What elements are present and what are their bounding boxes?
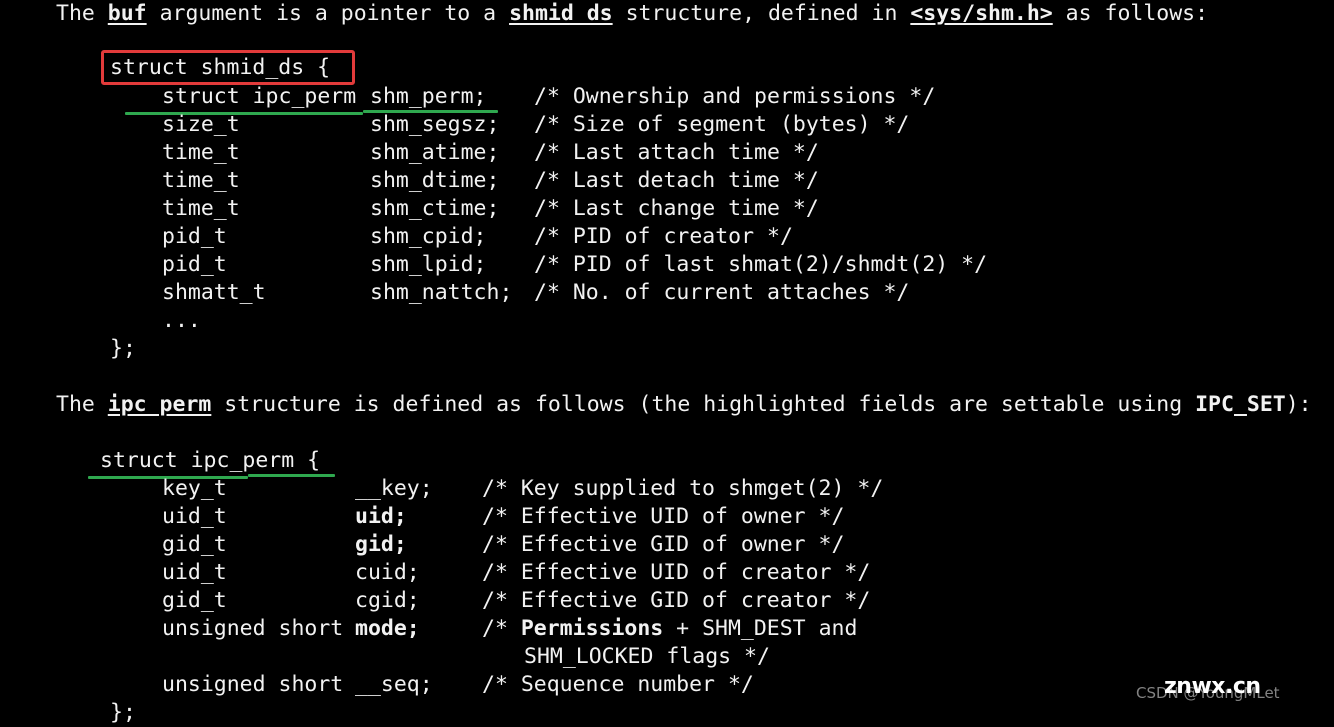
permissions-bold-word: Permissions bbox=[520, 616, 664, 641]
ipc-field-comment-3: /* Effective UID of creator */ bbox=[482, 560, 871, 585]
green-underline-mark-1a bbox=[125, 112, 363, 115]
ipc-field-comment-1: /* Effective UID of owner */ bbox=[482, 504, 845, 529]
terminal-document: The buf argument is a pointer to a shmid… bbox=[0, 0, 1334, 725]
ipc-perm-open-line: struct ipc_perm { bbox=[100, 448, 321, 473]
shmid-ds-keyword: shmid ds bbox=[509, 1, 613, 26]
intro-text-4: as follows: bbox=[1052, 1, 1209, 26]
ipc-field-name-1: uid; bbox=[355, 504, 407, 529]
ipc-set-keyword: IPC_SET bbox=[1195, 392, 1286, 417]
shmid-field-name-1: shm_segsz; bbox=[370, 112, 500, 137]
mode-comment-continuation: SHM_LOCKED flags */ bbox=[524, 644, 770, 669]
ipc-field-comment-2: /* Effective GID of owner */ bbox=[482, 532, 845, 557]
sys-shm-header-link[interactable]: <sys/shm.h> bbox=[910, 1, 1052, 26]
ipc-field-type-4: gid_t bbox=[162, 588, 227, 613]
shmid-field-name-7: shm_nattch; bbox=[370, 280, 513, 305]
ipc-perm-keyword: ipc perm bbox=[107, 392, 212, 417]
ipc-field-type-3: uid_t bbox=[162, 560, 227, 585]
shmid-field-type-6: pid_t bbox=[162, 252, 227, 277]
middle-text-1: The bbox=[56, 392, 108, 417]
shmid-field-type-1: size_t bbox=[162, 112, 240, 137]
intro-text-2: argument is a pointer to a bbox=[146, 1, 510, 26]
buf-keyword: buf bbox=[107, 1, 147, 26]
shmid-field-name-5: shm_cpid; bbox=[370, 224, 487, 249]
ipc-field-type-seq: unsigned short bbox=[162, 672, 344, 697]
watermark-site-text: znwx.cn bbox=[1164, 674, 1261, 699]
shmid-field-type-7: shmatt_t bbox=[162, 280, 266, 305]
shmid-ds-open-line: struct shmid_ds { bbox=[110, 55, 331, 80]
mode-comment-rest: + SHM_DEST and bbox=[663, 616, 858, 641]
ipc-field-type-0: key_t bbox=[162, 476, 227, 501]
shmid-field-name-0: shm_perm; bbox=[370, 84, 487, 109]
shmid-field-comment-7: /* No. of current attaches */ bbox=[534, 280, 910, 305]
shmid-field-type-0: struct ipc_perm bbox=[162, 84, 357, 109]
middle-text-2: structure is defined as follows (the hig… bbox=[211, 392, 1196, 417]
shmid-field-name-6: shm_lpid; bbox=[370, 252, 487, 277]
shmid-field-name-2: shm_atime; bbox=[370, 140, 500, 165]
shmid-field-comment-5: /* PID of creator */ bbox=[534, 224, 793, 249]
watermark: CSDN @YoungMLet znwx.cn bbox=[1128, 666, 1328, 714]
shmid-field-comment-2: /* Last attach time */ bbox=[534, 140, 819, 165]
intro-text-3: structure, defined in bbox=[612, 1, 911, 26]
ipc-field-type-1: uid_t bbox=[162, 504, 227, 529]
ipc-field-name-5: mode; bbox=[355, 616, 420, 641]
shmid-field-comment-1: /* Size of segment (bytes) */ bbox=[534, 112, 910, 137]
middle-paragraph: The ipc perm structure is defined as fol… bbox=[56, 391, 1312, 419]
intro-paragraph: The buf argument is a pointer to a shmid… bbox=[56, 0, 1208, 28]
ipc-field-type-5: unsigned short bbox=[162, 616, 344, 641]
ipc-field-name-seq: __seq; bbox=[355, 672, 433, 697]
mode-comment-open: /* bbox=[482, 616, 521, 641]
green-underline-mark-2b bbox=[248, 474, 335, 477]
intro-text-1: The bbox=[56, 1, 108, 26]
ipc-field-comment-seq: /* Sequence number */ bbox=[482, 672, 754, 697]
ipc-perm-close-line: }; bbox=[110, 700, 136, 725]
ipc-field-name-0: __key; bbox=[355, 476, 433, 501]
shmid-field-type-2: time_t bbox=[162, 140, 240, 165]
shmid-field-comment-0: /* Ownership and permissions */ bbox=[534, 84, 936, 109]
ipc-field-comment-4: /* Effective GID of creator */ bbox=[482, 588, 871, 613]
ipc-field-comment-0: /* Key supplied to shmget(2) */ bbox=[482, 476, 884, 501]
shmid-field-type-4: time_t bbox=[162, 196, 240, 221]
shmid-field-comment-3: /* Last detach time */ bbox=[534, 168, 819, 193]
ipc-field-name-3: cuid; bbox=[355, 560, 420, 585]
shmid-field-name-3: shm_dtime; bbox=[370, 168, 500, 193]
shmid-field-comment-6: /* PID of last shmat(2)/shmdt(2) */ bbox=[534, 252, 988, 277]
ipc-field-name-4: cgid; bbox=[355, 588, 420, 613]
shmid-field-type-5: pid_t bbox=[162, 224, 227, 249]
shmid-field-comment-4: /* Last change time */ bbox=[534, 196, 819, 221]
shmid-ds-close-line: }; bbox=[110, 336, 136, 361]
middle-text-3: ): bbox=[1285, 392, 1312, 417]
ipc-field-comment-5: /* Permissions + SHM_DEST and bbox=[482, 615, 857, 643]
shmid-ellipsis: ... bbox=[162, 308, 201, 333]
ipc-field-type-2: gid_t bbox=[162, 532, 227, 557]
ipc-field-name-2: gid; bbox=[355, 532, 407, 557]
shmid-field-type-3: time_t bbox=[162, 168, 240, 193]
shmid-field-name-4: shm_ctime; bbox=[370, 196, 500, 221]
